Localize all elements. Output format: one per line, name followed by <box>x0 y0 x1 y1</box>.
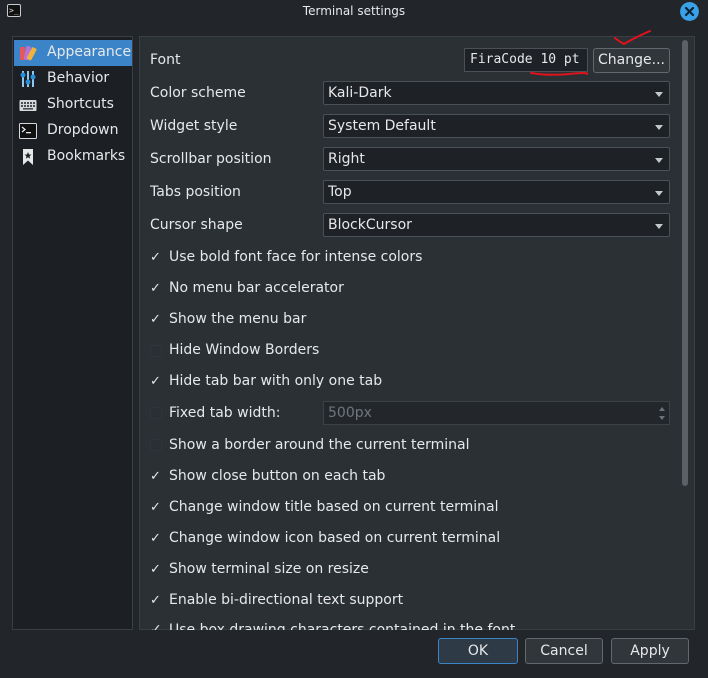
tabs-position-label: Tabs position <box>150 184 241 200</box>
scrollbar-position-value: Right <box>328 151 365 167</box>
chevron-down-icon <box>655 158 663 163</box>
widget-style-value: System Default <box>328 118 436 134</box>
change-font-button[interactable]: Change... <box>593 48 670 73</box>
chevron-down-icon <box>655 224 663 229</box>
window-icon-checkbox[interactable]: ✓ <box>150 532 163 545</box>
widget-style-label: Widget style <box>150 118 238 134</box>
change-font-button-label: Change... <box>598 52 665 68</box>
sidebar-item-appearance[interactable]: Appearance <box>14 40 132 66</box>
checkbox-label: No menu bar accelerator <box>169 280 344 296</box>
chevron-down-icon <box>655 125 663 130</box>
checkbox-label: Fixed tab width: <box>169 405 281 421</box>
appearance-icon <box>20 45 37 61</box>
checkbox-label: Hide Window Borders <box>169 342 320 358</box>
chevron-down-icon[interactable] <box>659 416 665 420</box>
color-scheme-label: Color scheme <box>150 85 246 101</box>
fixed-tab-width-spinbox[interactable]: 500px <box>323 401 670 425</box>
checkbox-label: Enable bi-directional text support <box>169 592 404 608</box>
terminal-border-checkbox[interactable] <box>150 439 162 451</box>
chevron-up-icon[interactable] <box>659 407 665 411</box>
cursor-shape-label: Cursor shape <box>150 217 243 233</box>
checkbox-label: Change window title based on current ter… <box>169 499 499 515</box>
checkbox-label: Show the menu bar <box>169 311 307 327</box>
sidebar-item-shortcuts[interactable]: Shortcuts <box>14 92 132 118</box>
cancel-button-label: Cancel <box>540 643 588 659</box>
chevron-down-icon <box>655 92 663 97</box>
checkbox-label: Use box drawing characters contained in … <box>169 622 516 630</box>
sidebar-item-bookmarks[interactable]: Bookmarks <box>14 144 132 170</box>
hide-tab-bar-checkbox[interactable]: ✓ <box>150 375 163 388</box>
apply-button-label: Apply <box>630 643 670 659</box>
scrollbar-position-label: Scrollbar position <box>150 151 272 167</box>
font-label: Font <box>150 52 181 68</box>
tabs-position-value: Top <box>328 184 352 200</box>
tabs-position-select[interactable]: Top <box>323 180 670 204</box>
close-button-checkbox[interactable]: ✓ <box>150 470 163 483</box>
sidebar-item-label: Dropdown <box>47 122 119 138</box>
sidebar-item-dropdown[interactable]: Dropdown <box>14 118 132 144</box>
apply-button[interactable]: Apply <box>611 638 689 664</box>
font-preview-name: FiraCode <box>470 52 541 67</box>
chevron-down-icon <box>655 191 663 196</box>
sidebar-item-label: Appearance <box>47 44 132 60</box>
widget-style-select[interactable]: System Default <box>323 114 670 138</box>
sidebar-item-label: Shortcuts <box>47 96 114 112</box>
color-scheme-value: Kali-Dark <box>328 85 392 101</box>
window-title-checkbox[interactable]: ✓ <box>150 501 163 514</box>
behavior-icon <box>20 71 36 87</box>
color-scheme-select[interactable]: Kali-Dark <box>323 81 670 105</box>
menu-accelerator-checkbox[interactable]: ✓ <box>150 282 163 295</box>
close-icon[interactable] <box>680 2 699 21</box>
window-title: Terminal settings <box>302 4 406 18</box>
terminal-icon <box>19 123 37 139</box>
font-preview-size: 10 pt <box>540 52 580 67</box>
bookmark-icon <box>23 149 33 165</box>
sidebar-item-label: Behavior <box>47 70 110 86</box>
cursor-shape-value: BlockCursor <box>328 217 412 233</box>
scrollbar-thumb[interactable] <box>682 40 688 486</box>
checkbox-label: Show terminal size on resize <box>169 561 369 577</box>
show-menu-bar-checkbox[interactable]: ✓ <box>150 313 163 326</box>
cursor-shape-select[interactable]: BlockCursor <box>323 213 670 237</box>
bold-font-checkbox[interactable]: ✓ <box>150 251 163 264</box>
hide-window-borders-checkbox[interactable] <box>150 345 162 357</box>
cancel-button[interactable]: Cancel <box>525 638 603 664</box>
scrollbar-position-select[interactable]: Right <box>323 147 670 171</box>
box-drawing-row[interactable]: ✓ Use box drawing characters contained i… <box>150 622 590 630</box>
checkbox-label: Hide tab bar with only one tab <box>169 373 383 389</box>
ok-button-label: OK <box>467 643 489 659</box>
title-bar: >_ Terminal settings <box>0 0 708 24</box>
ok-button[interactable]: OK <box>438 638 518 664</box>
sidebar-item-behavior[interactable]: Behavior <box>14 66 132 92</box>
sidebar-item-label: Bookmarks <box>47 148 126 164</box>
fixed-tab-width-value: 500px <box>328 405 372 421</box>
fixed-tab-width-checkbox[interactable] <box>150 407 162 419</box>
keyboard-icon <box>19 100 37 111</box>
terminal-size-checkbox[interactable]: ✓ <box>150 563 163 576</box>
checkbox-label: Change window icon based on current term… <box>169 530 501 546</box>
checkbox-label: Use bold font face for intense colors <box>169 249 423 265</box>
annotation-checkmark <box>614 30 651 46</box>
box-drawing-checkbox[interactable]: ✓ <box>150 622 162 630</box>
settings-sidebar: Appearance Behavior Shortcuts Dropdown B… <box>12 36 133 630</box>
checkbox-label: Show a border around the current termina… <box>169 437 470 453</box>
annotation-underline <box>530 72 589 76</box>
bidi-text-checkbox[interactable]: ✓ <box>150 594 163 607</box>
checkbox-label: Show close button on each tab <box>169 468 386 484</box>
